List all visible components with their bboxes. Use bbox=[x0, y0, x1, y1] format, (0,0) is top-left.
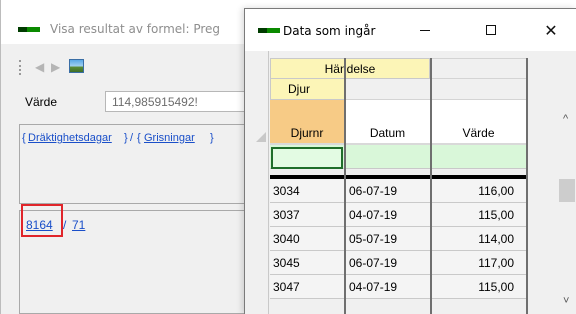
maximize-button[interactable] bbox=[471, 15, 511, 45]
formula-brace-open-2: { bbox=[137, 132, 141, 144]
select-all-corner-icon[interactable] bbox=[256, 132, 266, 142]
app-logo-icon bbox=[18, 27, 40, 32]
cell-djurnr: 3045 bbox=[273, 256, 300, 270]
scrollbar-thumb[interactable] bbox=[559, 179, 575, 202]
cell-djurnr: 3034 bbox=[273, 184, 300, 198]
cell-varde: 115,00 bbox=[478, 208, 514, 222]
cell-djurnr: 3040 bbox=[273, 232, 300, 246]
cell-datum: 04-07-19 bbox=[349, 280, 398, 294]
data-window-titlebar[interactable]: Data som ingår ✕ bbox=[245, 9, 576, 51]
table-row[interactable]: 3047 04-07-19 115,00 bbox=[270, 275, 527, 299]
picture-icon[interactable] bbox=[69, 59, 84, 73]
formula-brace-open: { bbox=[22, 132, 26, 144]
cell-datum: 05-07-19 bbox=[349, 232, 398, 246]
cell-varde: 115,00 bbox=[478, 280, 514, 294]
minimize-icon bbox=[420, 29, 430, 31]
column-divider[interactable] bbox=[344, 58, 346, 314]
cell-datum: 04-07-19 bbox=[349, 208, 398, 222]
group-header-handelse: Händelse bbox=[270, 58, 430, 79]
result-link-denominator[interactable]: 71 bbox=[72, 218, 85, 232]
arrow-right-icon[interactable]: ▶ bbox=[51, 60, 60, 74]
column-header-varde[interactable]: Värde bbox=[431, 100, 527, 145]
cell-varde: 114,00 bbox=[478, 232, 514, 246]
table-row[interactable]: 3045 06-07-19 117,00 bbox=[270, 251, 527, 275]
cell-datum: 06-07-19 bbox=[349, 184, 398, 198]
cell-datum: 06-07-19 bbox=[349, 256, 398, 270]
column-header-datum[interactable]: Datum bbox=[345, 100, 431, 145]
formula-brace-close-2: } bbox=[210, 132, 214, 144]
formula-separator: / bbox=[130, 132, 134, 144]
cell-varde: 117,00 bbox=[478, 256, 514, 270]
column-divider[interactable] bbox=[430, 58, 432, 314]
highlight-box bbox=[21, 204, 63, 237]
filter-cell-djurnr[interactable] bbox=[271, 147, 343, 169]
formula-brace-close-1: } bbox=[124, 132, 128, 144]
data-window-title: Data som ingår bbox=[283, 24, 376, 38]
table-row[interactable]: 3034 06-07-19 116,00 bbox=[270, 179, 527, 203]
value-field[interactable]: 114,985915492! bbox=[105, 91, 251, 112]
toolbar-grip[interactable] bbox=[19, 60, 22, 75]
sub-header-djur: Djur bbox=[270, 79, 345, 100]
data-window: Data som ingår ✕ Händelse Djur Djurnr Da… bbox=[244, 8, 576, 314]
formula-panel: { Dräktighetsdagar } / { Grisningar } bbox=[19, 124, 251, 204]
sub-header-blank bbox=[345, 79, 527, 100]
cell-djurnr: 3047 bbox=[273, 280, 300, 294]
minimize-button[interactable] bbox=[405, 15, 445, 45]
value-label: Värde bbox=[25, 95, 58, 109]
table-row[interactable]: 3037 04-07-19 115,00 bbox=[270, 203, 527, 227]
column-divider[interactable] bbox=[526, 58, 528, 314]
table-row[interactable]: 3040 05-07-19 114,00 bbox=[270, 227, 527, 251]
group-header-blank bbox=[430, 58, 527, 79]
formula-link-grisningar[interactable]: Grisningar bbox=[144, 132, 195, 144]
formula-window-title: Visa resultat av formel: Preg bbox=[50, 22, 221, 36]
formula-toolbar: ◀ ▶ bbox=[1, 56, 251, 82]
close-button[interactable]: ✕ bbox=[531, 15, 571, 45]
cell-varde: 116,00 bbox=[478, 184, 514, 198]
data-grid: Händelse Djur Djurnr Datum Värde 3034 06… bbox=[245, 51, 576, 314]
cell-djurnr: 3037 bbox=[273, 208, 300, 222]
scroll-up-icon[interactable]: ^ bbox=[563, 113, 568, 125]
app-logo-icon bbox=[258, 28, 280, 33]
formula-link-draktighetsdagar[interactable]: Dräktighetsdagar bbox=[28, 132, 112, 144]
scroll-down-icon[interactable]: ˅ bbox=[563, 295, 569, 307]
column-header-djurnr[interactable]: Djurnr bbox=[270, 100, 345, 145]
row-header-column bbox=[245, 51, 269, 314]
result-separator: / bbox=[63, 218, 67, 232]
arrow-left-icon[interactable]: ◀ bbox=[35, 60, 44, 74]
maximize-icon bbox=[486, 25, 496, 35]
